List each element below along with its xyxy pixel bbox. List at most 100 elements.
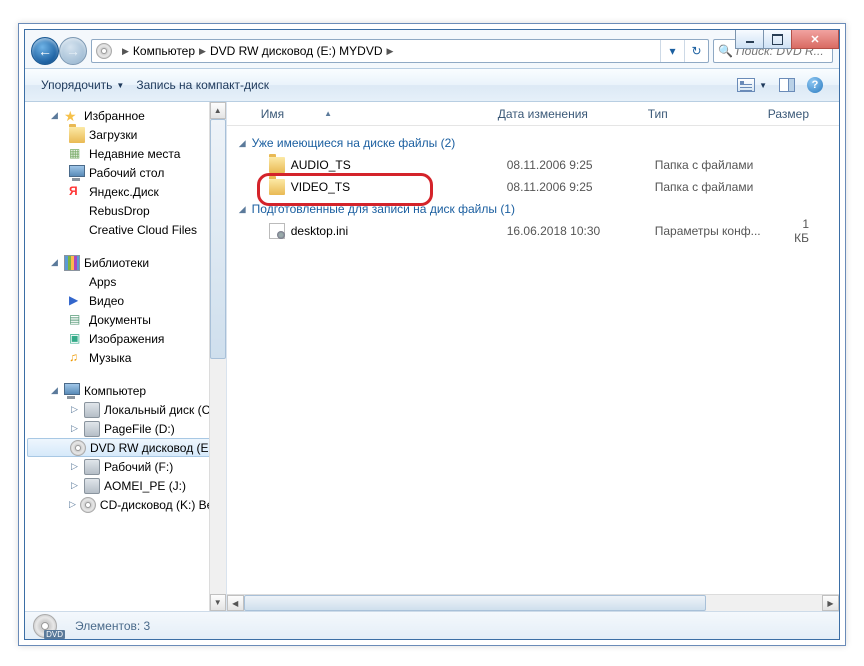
nav-label: Локальный диск (C:) [104, 403, 218, 417]
breadcrumb-bar[interactable]: ▶ Компьютер▶ DVD RW дисковод (E:) MYDVD▶… [91, 39, 709, 63]
forward-button[interactable]: → [59, 37, 87, 65]
file-name: AUDIO_TS [291, 158, 507, 172]
nav-item-rebus[interactable]: RebusDrop [25, 201, 226, 220]
blank-icon [69, 222, 85, 238]
window-inner: ← → ▶ Компьютер▶ DVD RW дисковод (E:) MY… [24, 29, 840, 640]
breadcrumb-drive[interactable]: DVD RW дисковод (E:) MYDVD▶ [208, 40, 395, 62]
maximize-button[interactable] [763, 30, 792, 49]
help-icon: ? [807, 77, 823, 93]
nav-drive-k[interactable]: ▷CD-дисковод (K:) Beeline [25, 495, 226, 514]
ini-icon [269, 223, 285, 239]
back-button[interactable]: ← [31, 37, 59, 65]
horizontal-scrollbar[interactable]: ◀ ▶ [227, 594, 839, 611]
collapse-icon: ◢ [239, 204, 246, 215]
col-name[interactable]: Имя▲ [255, 107, 492, 121]
pic-icon: ▣ [69, 331, 85, 347]
group-existing[interactable]: ◢Уже имеющиеся на диске файлы (2) [227, 132, 839, 154]
nav-lib-music[interactable]: ♫Музыка [25, 348, 226, 367]
scroll-up-button[interactable]: ▲ [210, 102, 226, 119]
breadcrumb-label: DVD RW дисковод (E:) MYDVD [210, 44, 383, 58]
file-name: desktop.ini [291, 224, 507, 238]
nav-item-recent[interactable]: ▦Недавние места [25, 144, 226, 163]
scroll-track[interactable] [244, 595, 822, 611]
col-date[interactable]: Дата изменения [492, 107, 642, 121]
minimize-button[interactable] [735, 30, 764, 49]
nav-libraries[interactable]: ◢Библиотеки [25, 253, 226, 272]
nav-drive-j[interactable]: ▷AOMEI_PE (J:) [25, 476, 226, 495]
view-button[interactable]: ▼ [731, 74, 773, 96]
organize-button[interactable]: Упорядочить▼ [35, 74, 130, 96]
close-button[interactable] [791, 30, 839, 49]
drive-icon [84, 459, 100, 475]
nav-drive-c[interactable]: ▷Локальный диск (C:) [25, 400, 226, 419]
scroll-right-button[interactable]: ▶ [822, 595, 839, 611]
nav-label: Музыка [89, 351, 131, 365]
folder-icon [269, 179, 285, 195]
col-size[interactable]: Размер [762, 107, 839, 121]
group-label: Подготовленные для записи на диск файлы … [252, 202, 515, 216]
nav-label: AOMEI_PE (J:) [104, 479, 186, 493]
nav-drive-d[interactable]: ▷PageFile (D:) [25, 419, 226, 438]
col-type[interactable]: Тип [642, 107, 762, 121]
scroll-left-button[interactable]: ◀ [227, 595, 244, 611]
folder-icon [69, 127, 85, 143]
nav-lib-apps[interactable]: Apps [25, 272, 226, 291]
preview-pane-button[interactable] [773, 74, 801, 96]
dvd-icon [70, 440, 86, 456]
file-date: 08.11.2006 9:25 [507, 158, 655, 172]
burn-button[interactable]: Запись на компакт-диск [130, 74, 275, 96]
nav-item-downloads[interactable]: Загрузки [25, 125, 226, 144]
blank-icon [69, 274, 85, 290]
breadcrumb-computer[interactable]: Компьютер▶ [131, 40, 208, 62]
nav-label: Изображения [89, 332, 164, 346]
folder-icon [269, 157, 285, 173]
nav-label: RebusDrop [89, 204, 150, 218]
nav-label: Недавние места [89, 147, 180, 161]
nav-label: DVD RW дисковод (E:) MYD [90, 441, 227, 455]
file-list: ◢Уже имеющиеся на диске файлы (2) AUDIO_… [227, 126, 839, 611]
scroll-thumb[interactable] [244, 595, 707, 611]
nav-scrollbar[interactable]: ▲ ▼ [209, 102, 226, 611]
nav-favorites[interactable]: ◢★Избранное [25, 106, 226, 125]
nav-computer[interactable]: ◢Компьютер [25, 381, 226, 400]
help-button[interactable]: ? [801, 73, 829, 97]
recent-dropdown[interactable]: ▾ [660, 40, 684, 62]
drive-icon [96, 43, 112, 59]
status-bar: DVD Элементов: 3 [25, 611, 839, 639]
nav-item-desktop[interactable]: Рабочий стол [25, 163, 226, 182]
search-icon: 🔍 [718, 44, 733, 58]
doc-icon: ▤ [69, 312, 85, 328]
nav-label: CD-дисковод (K:) Beeline [100, 498, 227, 512]
nav-label: Creative Cloud Files [89, 223, 197, 237]
nav-item-yandex[interactable]: ЯЯндекс.Диск [25, 182, 226, 201]
scroll-down-button[interactable]: ▼ [210, 594, 226, 611]
file-name: VIDEO_TS [291, 180, 507, 194]
nav-lib-pics[interactable]: ▣ Изображения [25, 329, 226, 348]
status-dvd-icon: DVD [33, 614, 65, 638]
nav-drive-f[interactable]: ▷Рабочий (F:) [25, 457, 226, 476]
blank-icon [69, 203, 85, 219]
yandex-icon: Я [69, 184, 85, 200]
nav-lib-video[interactable]: ▶Видео [25, 291, 226, 310]
file-date: 08.11.2006 9:25 [507, 180, 655, 194]
sort-indicator-icon: ▲ [324, 109, 332, 118]
group-pending[interactable]: ◢ Подготовленные для записи на диск файлы… [227, 198, 839, 220]
nav-lib-docs[interactable]: ▤Документы [25, 310, 226, 329]
nav-label: Избранное [84, 109, 145, 123]
nav-drive-e-selected[interactable]: DVD RW дисковод (E:) MYD [27, 438, 224, 457]
file-row-audio-ts[interactable]: AUDIO_TS 08.11.2006 9:25 Папка с файлами [227, 154, 839, 176]
burn-label: Запись на компакт-диск [136, 78, 269, 92]
pane-icon [779, 78, 795, 92]
file-row-video-ts[interactable]: VIDEO_TS 08.11.2006 9:25 Папка с файлами [227, 176, 839, 198]
nav-label: Рабочий стол [89, 166, 164, 180]
organize-label: Упорядочить [41, 78, 112, 92]
file-type: Папка с файлами [655, 158, 785, 172]
desktop-icon [69, 165, 85, 181]
file-row-desktop-ini[interactable]: desktop.ini 16.06.2018 10:30 Параметры к… [227, 220, 839, 242]
file-type: Параметры конф... [655, 224, 785, 238]
breadcrumb-root-arrow[interactable]: ▶ [116, 40, 131, 62]
scroll-thumb[interactable] [210, 119, 226, 359]
nav-item-ccf[interactable]: Creative Cloud Files [25, 220, 226, 239]
status-text: Элементов: 3 [75, 619, 150, 633]
refresh-button[interactable]: ↻ [684, 40, 708, 62]
